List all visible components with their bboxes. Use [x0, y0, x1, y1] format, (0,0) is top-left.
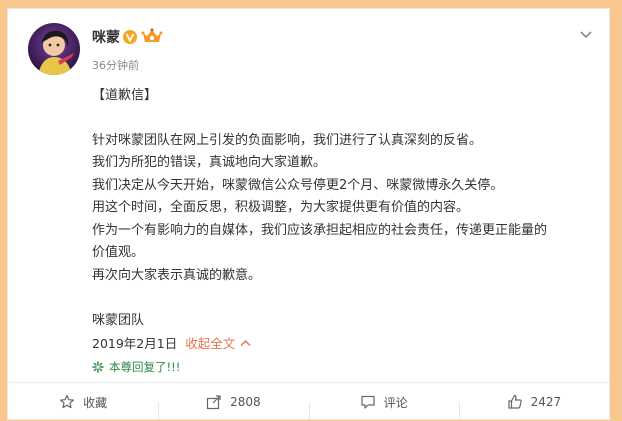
post-paragraph: 作为一个有影响力的自媒体，我们应该承担起相应的社会责任，传递更正能量的	[92, 222, 548, 238]
like-count: 2427	[530, 395, 562, 409]
repost-count: 2808	[230, 395, 261, 409]
post-paragraph: 我们决定从今天开始，咪蒙微信公众号停更2个月、咪蒙微博永久关停。	[92, 177, 504, 193]
favorite-button[interactable]: 收藏	[8, 394, 158, 411]
post-paragraph: 再次向大家表示真诚的歉意。	[92, 267, 262, 283]
chevron-up-icon	[240, 339, 251, 346]
collapse-label: 收起全文	[185, 336, 236, 351]
like-button[interactable]: 2427	[458, 394, 609, 420]
repost-button[interactable]: 2808	[158, 394, 308, 420]
collapse-button[interactable]: 收起全文	[185, 333, 251, 352]
vip-crown-icon[interactable]	[141, 27, 163, 45]
post-paragraph: 针对咪蒙团队在网上引发的负面影响，我们进行了认真深刻的反省。	[92, 132, 483, 148]
avatar-image	[28, 23, 80, 75]
author-avatar[interactable]	[28, 23, 80, 75]
author-name[interactable]: 咪蒙	[92, 27, 120, 47]
sparkle-icon	[92, 361, 104, 373]
favorite-label: 收藏	[83, 395, 108, 410]
post-paragraph: 价值观。	[92, 245, 145, 260]
star-icon	[60, 394, 75, 409]
post-meta: 2019年2月1日 收起全文	[92, 333, 251, 352]
post-signature: 咪蒙团队	[92, 312, 145, 328]
weibo-post-card: 咪蒙 36分钟前 【道歉信】 针对咪蒙团队在网上引发的负面影响，我们进行了认真深…	[7, 8, 610, 420]
comment-label: 评论	[383, 395, 408, 410]
chevron-down-icon[interactable]	[577, 25, 595, 43]
post-date: 2019年2月1日	[92, 336, 178, 351]
post-paragraph: 我们为所犯的错误，真诚地向大家道歉。	[92, 155, 327, 170]
action-bar: 收藏 2808 评论 2427	[8, 382, 609, 421]
verified-icon	[123, 30, 137, 44]
thumbs-up-icon	[507, 394, 522, 409]
share-icon	[206, 395, 221, 410]
author-reply-note[interactable]: 本尊回复了!!!	[92, 359, 180, 375]
post-title: 【道歉信】	[92, 88, 158, 103]
post-time[interactable]: 36分钟前	[92, 57, 139, 73]
post-paragraph: 用这个时间，全面反思，积极调整，为大家提供更有价值的内容。	[92, 200, 470, 215]
post-content: 【道歉信】 针对咪蒙团队在网上引发的负面影响，我们进行了认真深刻的反省。 我们为…	[92, 85, 592, 332]
comment-icon	[361, 395, 375, 409]
comment-button[interactable]: 评论	[308, 394, 459, 420]
reply-note-text: 本尊回复了!!!	[109, 360, 181, 374]
